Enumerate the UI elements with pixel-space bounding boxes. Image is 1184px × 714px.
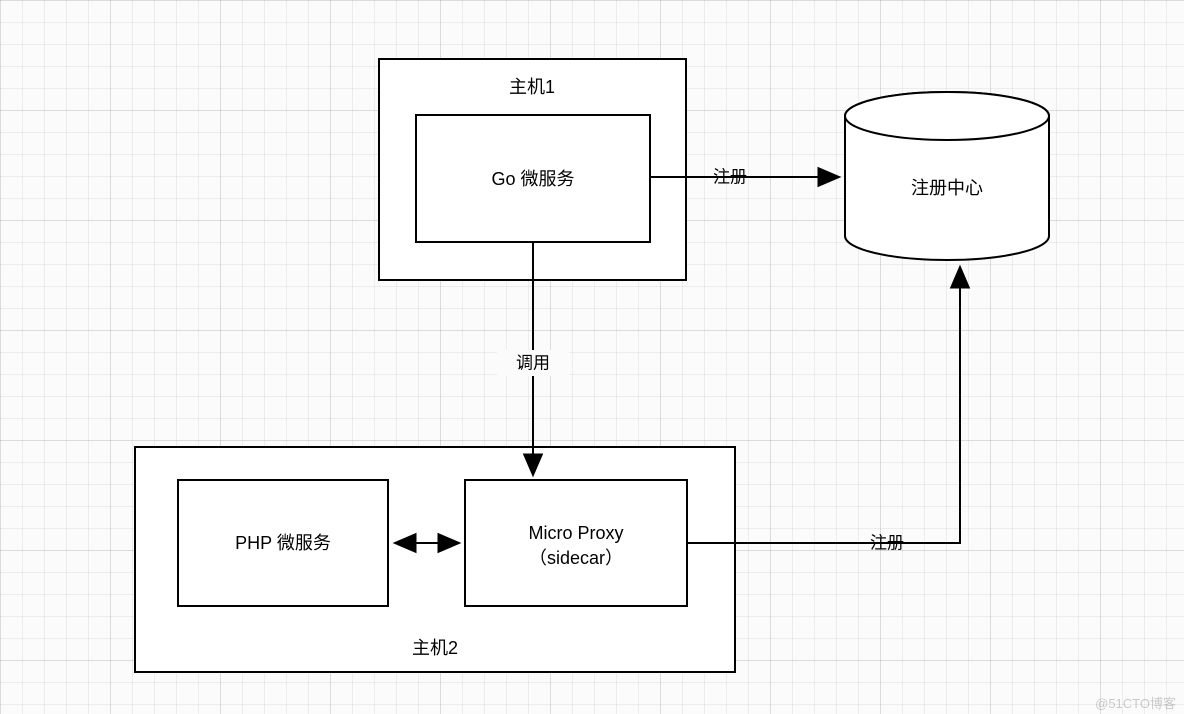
php-service-box: PHP 微服务 (178, 480, 388, 606)
edge-go-to-proxy-label: 调用 (516, 354, 550, 373)
micro-proxy-label-2: （sidecar） (529, 548, 623, 568)
micro-proxy-box: Micro Proxy （sidecar） (465, 480, 687, 606)
edge-proxy-to-registry-label: 注册 (870, 534, 904, 553)
registry-cylinder: 注册中心 (845, 92, 1049, 260)
watermark: @51CTO博客 (1095, 693, 1176, 712)
go-service-box: Go 微服务 (416, 115, 650, 242)
php-service-label: PHP 微服务 (235, 533, 331, 553)
registry-label: 注册中心 (911, 178, 983, 198)
host1-title: 主机1 (509, 77, 555, 97)
diagram-canvas: 主机1 Go 微服务 主机2 PHP 微服务 Micro Proxy （side… (0, 0, 1184, 714)
host2-title: 主机2 (412, 638, 458, 658)
go-service-label: Go 微服务 (491, 169, 574, 189)
edge-go-to-registry-label: 注册 (713, 168, 747, 187)
micro-proxy-label-1: Micro Proxy (528, 523, 623, 543)
